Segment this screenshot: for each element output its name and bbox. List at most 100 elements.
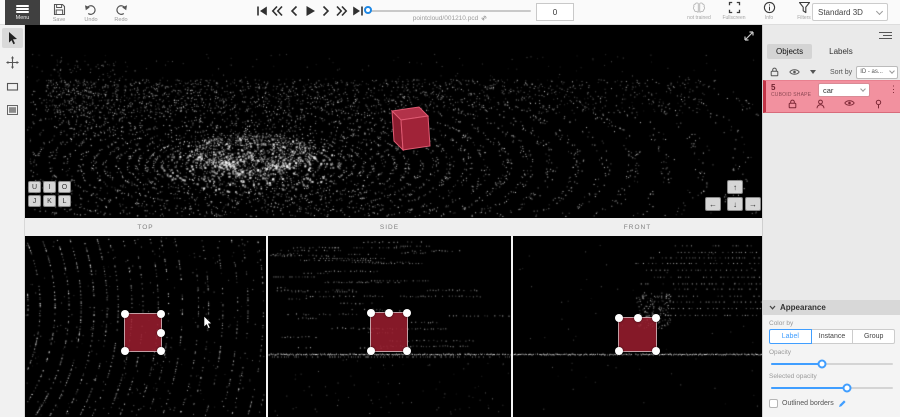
selected-cuboid-3d[interactable] [388,104,440,156]
selected-cuboid-top[interactable] [124,313,162,352]
resize-handle[interactable] [652,347,660,355]
left-tool-rail [0,25,25,417]
lock-object-icon[interactable] [788,99,797,109]
key-j[interactable]: J [28,195,41,207]
select-tool-button[interactable] [2,28,23,48]
sort-select[interactable]: ID - as... [856,66,898,79]
key-k[interactable]: K [43,195,56,207]
sort-by-label: Sort by [830,69,852,76]
top-view-panel[interactable] [25,236,266,417]
object-card-car[interactable]: 5 CUBOID SHAPE car ⋮ [763,80,900,113]
key-u[interactable]: U [28,181,41,193]
lock-all-icon[interactable] [770,67,779,77]
pan-tool-button[interactable] [2,52,23,72]
fullscreen-icon [728,1,741,14]
selected-opacity-slider[interactable] [771,383,893,392]
selected-cuboid-side[interactable] [370,312,408,352]
layout-select-value: Standard 3D [818,8,863,17]
resize-handle[interactable] [157,310,165,318]
resize-handle[interactable] [652,314,660,322]
info-button[interactable]: Info [756,1,782,21]
selected-opacity-label: Selected opacity [769,373,895,380]
expand-all-caret-icon[interactable] [810,70,816,74]
rotate-handle[interactable] [634,314,642,322]
resize-handle[interactable] [121,310,129,318]
main-3d-view[interactable]: U I O J K L ↑ ← ↓ → [25,25,762,218]
info-icon [763,1,776,14]
appearance-header[interactable]: Appearance [763,300,900,315]
play-button[interactable] [303,4,316,18]
arrow-right-key[interactable]: → [745,197,761,211]
undo-button[interactable]: Undo [76,1,106,25]
redo-icon [114,3,128,16]
fast-forward-button[interactable] [335,4,348,18]
side-view-panel[interactable] [268,236,511,417]
key-o[interactable]: O [58,181,71,193]
visibility-all-icon[interactable] [789,68,800,76]
panel-layout-icon[interactable] [879,30,892,41]
ortho-views [25,236,762,417]
layout-select[interactable]: Standard 3D [812,3,888,21]
resize-handle[interactable] [615,347,623,355]
fullscreen-button[interactable]: Fullscreen [721,1,747,21]
arrow-down-key[interactable]: ↓ [727,197,743,211]
resize-handle[interactable] [403,309,411,317]
rotate-handle[interactable] [385,309,393,317]
expand-view-icon[interactable] [743,30,755,42]
resize-handle[interactable] [157,347,165,355]
opacity-slider[interactable] [771,359,893,368]
object-actions [766,99,900,109]
ai-model-button[interactable]: not trained [686,1,712,21]
arrow-left-key[interactable]: ← [705,197,721,211]
selected-opacity-slider-handle[interactable] [842,384,851,393]
context-image-tool-button[interactable] [2,100,23,120]
chevron-down-icon [889,68,895,74]
selected-opacity-slider-fill [771,387,847,389]
link-icon[interactable] [480,15,487,22]
app-window: Menu Save Undo Redo pointcloud/001210 [0,0,900,417]
top-toolbar: Menu Save Undo Redo pointcloud/001210 [0,0,900,25]
chevron-down-icon [876,7,883,14]
object-menu-icon[interactable]: ⋮ [889,83,898,96]
opacity-slider-handle[interactable] [818,360,827,369]
cuboid-tool-button[interactable] [2,76,23,96]
frame-number-input[interactable] [536,3,574,21]
resize-handle[interactable] [367,309,375,317]
skip-first-button[interactable] [255,4,268,18]
outlined-borders-checkbox[interactable] [769,399,778,408]
front-view-panel[interactable] [513,236,762,417]
save-button[interactable]: Save [44,1,74,25]
undo-icon [84,3,98,16]
frame-slider[interactable] [368,10,531,12]
resize-handle[interactable] [615,314,623,322]
resize-handle[interactable] [403,347,411,355]
image-icon [6,104,19,116]
step-back-button[interactable] [287,4,300,18]
color-by-label-button[interactable]: Label [769,329,812,344]
tab-labels[interactable]: Labels [820,44,862,59]
object-class-select[interactable]: car [818,83,870,97]
edit-pencil-icon[interactable] [838,399,847,408]
rotate-handle[interactable] [157,329,165,337]
color-by-instance-button[interactable]: Instance [812,329,854,344]
key-i[interactable]: I [43,181,56,193]
rotate-key-hints: U I O J K L [28,181,71,207]
step-forward-button[interactable] [319,4,332,18]
collapse-chevron-icon [769,305,776,310]
frame-slider-handle[interactable] [364,6,372,14]
author-icon[interactable] [816,99,825,109]
tab-objects[interactable]: Objects [767,44,812,59]
selected-cuboid-front[interactable] [618,317,657,352]
resize-handle[interactable] [121,347,129,355]
visibility-object-icon[interactable] [844,99,855,107]
outlined-borders-label: Outlined borders [782,400,834,407]
pin-object-icon[interactable] [874,99,883,109]
redo-button[interactable]: Redo [106,1,136,25]
resize-handle[interactable] [367,347,375,355]
arrow-up-key[interactable]: ↑ [727,180,743,194]
key-l[interactable]: L [58,195,71,207]
color-by-group-button[interactable]: Group [853,329,895,344]
menu-button[interactable]: Menu [5,0,40,25]
filename: pointcloud/001210.pcd [360,15,540,22]
rewind-button[interactable] [271,4,284,18]
